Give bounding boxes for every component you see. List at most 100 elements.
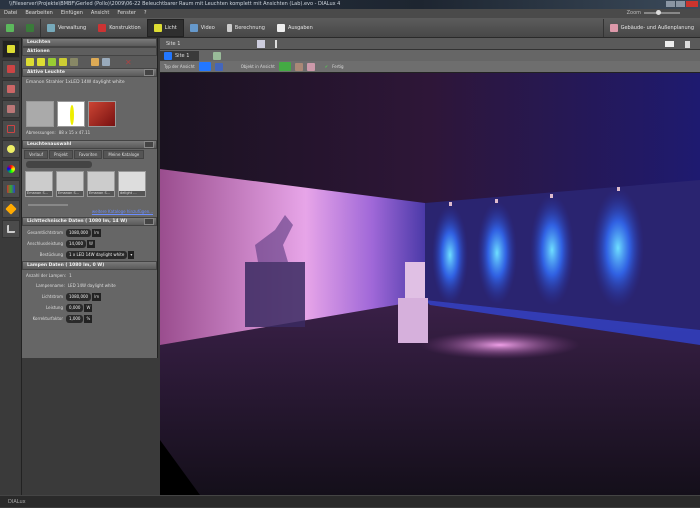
list-item[interactable]: Emanon S... [56,171,84,197]
field-input[interactable]: 0,000 [66,303,84,312]
folder-icon[interactable] [91,58,99,66]
undo-button[interactable] [20,18,41,37]
tab-verwaltung[interactable]: Verwaltung [41,19,92,37]
zoom-slider-handle[interactable] [656,10,661,15]
done-button[interactable]: Fertig [332,64,343,69]
menu-ansicht[interactable]: Ansicht [91,9,109,18]
tab-licht[interactable]: Licht [146,18,184,37]
object-view-button[interactable] [278,62,291,71]
object-view-3-button[interactable] [306,62,315,71]
menu-help[interactable]: ? [144,9,147,18]
field-row: Anschlussleistung 14,000 W [22,239,157,248]
color-tool[interactable] [2,160,20,178]
cursor-icon[interactable] [685,41,690,48]
collapse-button[interactable] [144,218,154,225]
tab-ausgaben[interactable]: Ausgaben [271,19,319,37]
unit-button[interactable]: lm [92,292,102,301]
building-planning-button[interactable]: Gebäude- und Außenplanung [602,18,700,37]
panel-header: Leuchten [22,38,157,47]
luminaire-photo[interactable] [26,101,54,127]
tab-favoriten[interactable]: Favoriten [73,150,103,159]
tab-verlauf[interactable]: Verlauf [24,150,49,159]
path-tool[interactable] [2,220,20,238]
light-distribution-curve[interactable] [57,101,85,127]
floor-plan-button[interactable] [214,62,223,71]
actions-header[interactable]: Aktionen [22,47,157,56]
luminaire-tool[interactable] [2,40,20,58]
minimize-button[interactable] [666,1,675,7]
field-tool[interactable] [2,120,20,138]
list-item[interactable]: delight ... [118,171,146,197]
field-input[interactable]: 14,000 [66,239,86,248]
field-label: Bestückung [39,252,63,257]
align-icon[interactable] [70,58,78,66]
monitor-icon[interactable] [665,41,674,47]
bulb-tool[interactable] [2,140,20,158]
maximize-button[interactable] [676,1,685,7]
section-title: Aktive Leuchte [27,70,65,75]
field-row: Leistung 0,000 W [22,303,157,312]
menu-fenster[interactable]: Fenster [117,9,136,18]
collapse-button[interactable] [144,141,154,148]
warning-icon [5,203,17,215]
unit-button[interactable]: W [87,239,95,248]
new-view-icon[interactable] [213,51,222,60]
spectrum-tool[interactable] [2,180,20,198]
tab-berechnung[interactable]: Berechnung [221,19,271,37]
tab-site-1[interactable]: Site 1 [160,50,200,61]
view-type-label: Typ der Ansicht [164,64,195,69]
page-icon[interactable] [257,40,265,48]
field-input[interactable]: 1,000 [66,314,84,323]
tab-kataloge[interactable]: Meine Kataloge [103,150,145,159]
search-input[interactable] [26,161,92,168]
tab-video[interactable]: Video [184,19,221,37]
photometric-header[interactable]: Lichttechnische Daten ( 1080 lm, 14 W) [22,217,157,226]
trash-icon[interactable] [102,58,110,66]
close-button[interactable] [686,1,698,7]
section-title: Lampen Daten ( 1080 lm, 0 W) [27,263,105,268]
lamp-count-value: 1 [69,272,72,278]
menu-bearbeiten[interactable]: Bearbeiten [25,9,52,18]
field-input[interactable]: 1080,000 [66,228,92,237]
object-view-2-button[interactable] [294,62,303,71]
add-catalogs-link[interactable]: weitere Kataloge hinzufügen... [92,209,153,214]
unit-button[interactable]: ▾ [128,250,135,259]
manufacturer-logo [88,101,116,127]
unit-button[interactable]: lm [92,228,102,237]
thumbnail-size-slider[interactable] [28,204,68,206]
zoom-slider[interactable] [644,10,680,15]
3d-viewport[interactable] [160,73,700,495]
3d-view-button[interactable] [198,62,211,71]
insert-line-icon[interactable] [48,58,56,66]
insert-circle-icon[interactable] [59,58,67,66]
field-input[interactable]: 1080,000 [66,292,92,301]
collapse-button[interactable] [144,69,154,76]
insert-luminaire-icon[interactable] [26,58,34,66]
emergency-tool[interactable] [2,200,20,218]
item-label: Emanon S... [57,191,83,196]
delete-icon[interactable]: ✕ [125,58,132,67]
bulb-icon [7,145,15,153]
floor-lamp-tool[interactable] [2,60,20,78]
arrangement-tool[interactable] [2,80,20,98]
menu-bar: Datei Bearbeiten Einfügen Ansicht Fenste… [0,9,700,18]
insert-array-icon[interactable] [37,58,45,66]
selection-header[interactable]: Leuchtenauswahl [22,140,157,149]
list-item[interactable]: Emanon S... [25,171,53,197]
menu-datei[interactable]: Datei [4,9,17,18]
tab-konstruktion[interactable]: Konstruktion [92,19,147,37]
field-input[interactable]: 1 x LED 14W daylight white [66,250,128,259]
grid-tool[interactable] [2,100,20,118]
lamp-header[interactable]: Lampen Daten ( 1080 lm, 0 W) [22,261,157,270]
menu-einfuegen[interactable]: Einfügen [61,9,83,18]
save-button[interactable] [0,19,20,37]
section-title: Leuchtenauswahl [27,142,72,147]
active-luminaire-header[interactable]: Aktive Leuchte [22,68,157,77]
actions-toolbar: ✕ [22,56,157,68]
unit-button[interactable]: % [84,314,93,323]
tab-projekt[interactable]: Projekt [49,150,73,159]
unit-button[interactable]: W [84,303,93,312]
item-label: delight ... [119,191,145,196]
lamp-pointer-icon[interactable] [275,40,283,48]
list-item[interactable]: Emanon S... [87,171,115,197]
